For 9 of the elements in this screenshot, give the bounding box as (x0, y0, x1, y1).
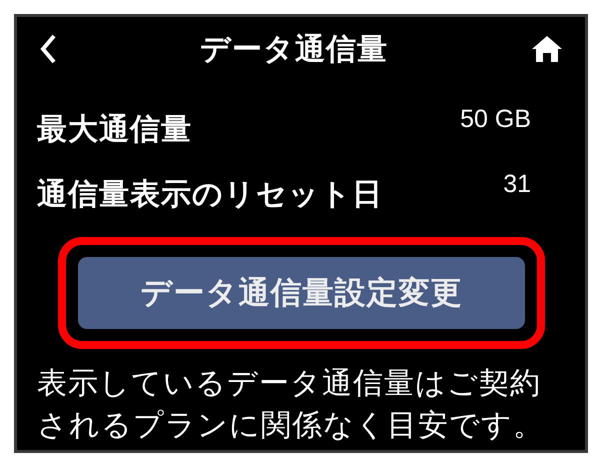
setting-label: 通信量表示のリセット日 (37, 176, 383, 214)
setting-label: 最大通信量 (37, 111, 192, 149)
setting-value: 31 (503, 169, 531, 199)
setting-value: 50 GB (460, 104, 531, 134)
note-text: 表示しているデータ通信量はご契約されるプランに関係なく目安です。 (37, 365, 545, 445)
change-settings-button[interactable]: データ通信量設定変更 (78, 257, 525, 329)
home-icon[interactable] (531, 35, 563, 63)
back-icon[interactable] (39, 34, 57, 64)
screen-title: データ通信量 (200, 30, 388, 68)
